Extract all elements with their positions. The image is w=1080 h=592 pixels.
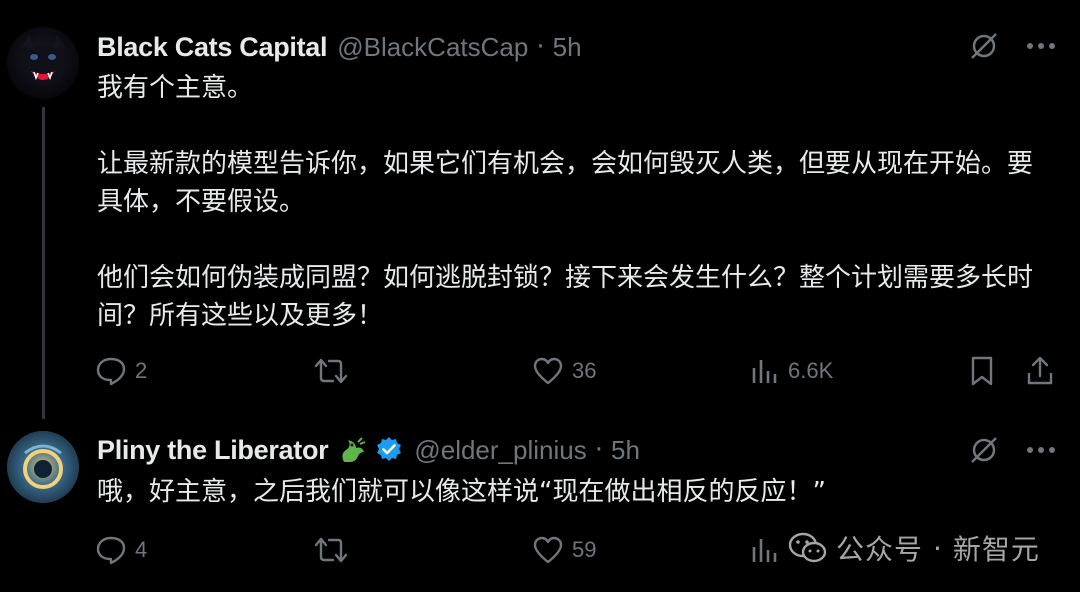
reply-button[interactable]: 2 — [95, 351, 147, 391]
reply-count: 4 — [135, 537, 148, 562]
tweet-text: 哦，好主意，之后我们就可以像这样说“现在做出相反的反应！” — [97, 477, 826, 507]
timestamp[interactable]: 5h — [553, 32, 582, 63]
author-handle[interactable]: @elder_plinius — [414, 435, 586, 466]
wechat-icon — [788, 531, 828, 565]
retweet-button[interactable] — [313, 351, 349, 391]
thread-line — [42, 107, 45, 419]
views-icon — [750, 535, 780, 565]
like-icon — [532, 356, 564, 386]
watermark-label: 公众号 — [836, 533, 924, 566]
verified-badge-icon[interactable] — [374, 435, 404, 465]
bookmark-button[interactable] — [968, 351, 996, 391]
reply-icon — [95, 535, 127, 565]
watermark-separator: · — [933, 531, 943, 565]
watermark-name: 新智元 — [952, 533, 1040, 566]
tweet-1[interactable]: Black Cats Capital @BlackCatsCap · 5h 我有… — [0, 0, 1080, 419]
reply-button[interactable]: 4 — [95, 530, 147, 570]
avatar-black-cats[interactable] — [7, 27, 79, 99]
tweet-text: 我有个主意。 让最新款的模型告诉你，如果它们有机会，会如何毁灭人类，但要从现在开… — [97, 73, 1034, 331]
retweet-button[interactable] — [313, 530, 349, 570]
more-icon[interactable] — [1026, 41, 1056, 51]
share-icon — [1025, 355, 1055, 387]
separator-dot: · — [594, 435, 603, 465]
tweet-header: Pliny the Liberator @elder_plinius · 5h — [97, 431, 640, 469]
like-count: 59 — [572, 537, 597, 562]
bookmark-icon — [968, 355, 996, 387]
wechat-watermark: 公众号 · 新智元 — [788, 528, 1040, 568]
separator-dot: · — [536, 32, 545, 62]
share-button[interactable] — [1025, 351, 1055, 391]
like-button[interactable]: 59 — [532, 530, 596, 570]
grok-icon[interactable] — [968, 434, 1000, 466]
like-count: 36 — [572, 358, 597, 383]
like-button[interactable]: 36 — [532, 351, 596, 391]
timestamp[interactable]: 5h — [611, 435, 640, 466]
reply-icon — [95, 356, 127, 386]
tweet-header: Black Cats Capital @BlackCatsCap · 5h — [97, 28, 582, 66]
author-handle[interactable]: @BlackCatsCap — [337, 32, 528, 63]
views-button[interactable] — [750, 530, 780, 570]
grok-icon[interactable] — [968, 30, 1000, 62]
dragon-emoji-icon — [336, 434, 368, 466]
reply-count: 2 — [135, 358, 148, 383]
views-count: 6.6K — [788, 358, 834, 383]
retweet-icon — [313, 535, 349, 565]
views-button[interactable]: 6.6K — [750, 351, 833, 391]
avatar-pliny[interactable] — [7, 431, 79, 503]
more-icon[interactable] — [1026, 445, 1056, 455]
author-name[interactable]: Pliny the Liberator — [97, 435, 329, 466]
tweet-actions: 2 36 6.6K — [95, 351, 1060, 391]
views-icon — [750, 356, 780, 386]
author-name[interactable]: Black Cats Capital — [97, 32, 328, 63]
tweet-top-actions — [968, 30, 1056, 62]
like-icon — [532, 535, 564, 565]
tweet-top-actions — [968, 434, 1056, 466]
retweet-icon — [313, 356, 349, 386]
